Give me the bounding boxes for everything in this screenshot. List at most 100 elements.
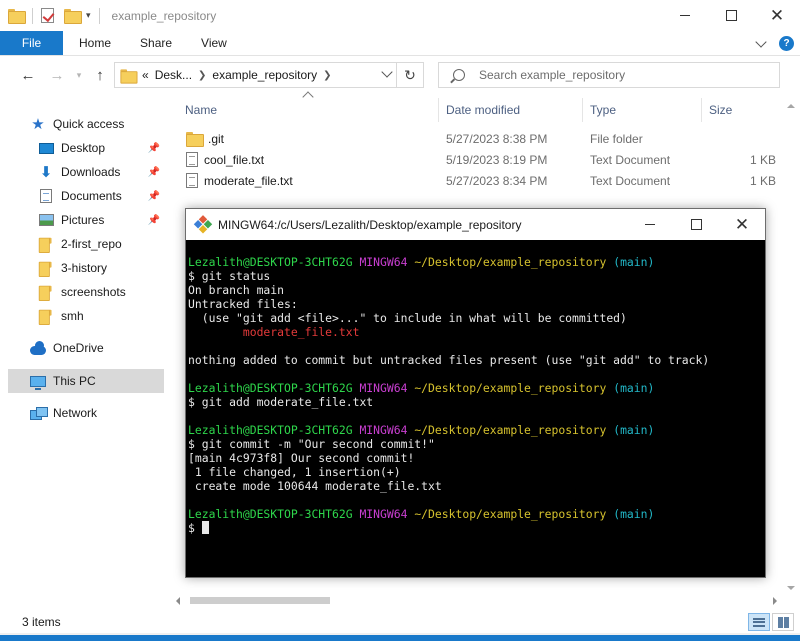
sidebar-item-smh[interactable]: smh	[38, 304, 164, 328]
sidebar-item-2-first-repo[interactable]: 2-first_repo	[38, 232, 164, 256]
details-view-button[interactable]	[748, 613, 770, 631]
scroll-up-arrow-icon[interactable]	[783, 100, 797, 110]
scroll-down-arrow-icon[interactable]	[783, 584, 797, 594]
terminal-output-line: 1 file changed, 1 insertion(+)	[188, 465, 401, 479]
sidebar-item-desktop[interactable]: Desktop 📌	[38, 136, 164, 160]
sidebar-item-3-history[interactable]: 3-history	[38, 256, 164, 280]
column-header-date[interactable]: Date modified	[439, 98, 583, 122]
file-row-moderate-file[interactable]: moderate_file.txt 5/27/2023 8:34 PM Text…	[178, 170, 783, 191]
close-button[interactable]: ✕	[754, 0, 800, 31]
prompt-branch: (main)	[613, 507, 655, 521]
maximize-button[interactable]	[708, 0, 754, 31]
window-controls: ✕	[662, 0, 800, 31]
sidebar-item-onedrive[interactable]: OneDrive	[30, 336, 164, 360]
sidebar-item-label: Downloads	[61, 165, 121, 179]
sidebar-item-pictures[interactable]: Pictures 📌	[38, 208, 164, 232]
prompt-branch: (main)	[613, 381, 655, 395]
ribbon-right-controls: ?	[755, 31, 794, 56]
sidebar-item-label: 2-first_repo	[61, 237, 122, 251]
pin-icon: 📌	[147, 166, 160, 178]
sidebar-item-this-pc[interactable]: This PC	[8, 369, 164, 393]
terminal-window-controls: ✕	[627, 209, 765, 240]
prompt-env: MINGW64	[359, 381, 408, 395]
terminal-output-line: (use "git add <file>..." to include in w…	[188, 311, 627, 325]
column-header-type[interactable]: Type	[583, 98, 702, 122]
prompt-path: ~/Desktop/example_repository	[414, 381, 607, 395]
column-header-size[interactable]: Size	[702, 98, 782, 122]
taskbar-edge	[0, 633, 800, 641]
properties-icon[interactable]	[41, 8, 54, 23]
help-icon[interactable]: ?	[779, 36, 794, 51]
terminal-command: $ git status	[188, 269, 271, 283]
sidebar-item-quick-access[interactable]: ★ Quick access	[30, 112, 164, 136]
sidebar-item-label: Documents	[61, 189, 122, 203]
navigation-pane: ★ Quick access Desktop 📌 ⬇ Downloads 📌 D…	[0, 100, 170, 600]
tab-view[interactable]: View	[187, 31, 242, 55]
sidebar-item-downloads[interactable]: ⬇ Downloads 📌	[38, 160, 164, 184]
file-row-git[interactable]: .git 5/27/2023 8:38 PM File folder	[178, 128, 783, 149]
file-row-cool-file[interactable]: cool_file.txt 5/19/2023 8:19 PM Text Doc…	[178, 149, 783, 170]
refresh-button[interactable]: ↻	[396, 63, 423, 87]
file-name: .git	[208, 131, 225, 146]
breadcrumb-example-repository[interactable]: example_repository	[212, 68, 317, 82]
terminal-close-button[interactable]: ✕	[719, 209, 765, 240]
up-button[interactable]: ↑	[87, 62, 113, 88]
sidebar-item-label: 3-history	[61, 261, 108, 275]
breadcrumb-overflow[interactable]: «	[142, 68, 149, 82]
prompt-user: Lezalith@DESKTOP-3CHT62G	[188, 381, 353, 395]
address-dropdown-icon[interactable]	[381, 66, 393, 78]
view-toggle	[748, 613, 794, 631]
file-name-cell: cool_file.txt	[186, 149, 264, 170]
file-type: File folder	[590, 131, 643, 146]
sidebar-item-label: screenshots	[61, 285, 126, 299]
terminal-minimize-button[interactable]	[627, 209, 673, 240]
sidebar-item-screenshots[interactable]: screenshots	[38, 280, 164, 304]
customize-toolbar-icon[interactable]: ▾	[86, 10, 91, 21]
chevron-right-icon[interactable]: ❯	[323, 70, 331, 81]
expand-ribbon-icon[interactable]	[755, 35, 767, 48]
column-header-name[interactable]: Name	[178, 98, 439, 122]
sidebar-item-documents[interactable]: Documents 📌	[38, 184, 164, 208]
file-date: 5/27/2023 8:34 PM	[446, 173, 548, 188]
folder-icon	[8, 9, 26, 24]
terminal-output[interactable]: Lezalith@DESKTOP-3CHT62G MINGW64 ~/Deskt…	[188, 240, 763, 577]
horizontal-scrollbar[interactable]	[170, 593, 783, 609]
tab-home[interactable]: Home	[63, 31, 126, 55]
minimize-button[interactable]	[662, 0, 708, 31]
prompt-user: Lezalith@DESKTOP-3CHT62G	[188, 423, 353, 437]
scroll-right-arrow-icon[interactable]	[773, 597, 777, 605]
toolbar-divider	[32, 7, 33, 24]
terminal-output-line: Untracked files:	[188, 297, 298, 311]
sidebar-item-network[interactable]: Network	[30, 401, 164, 425]
sidebar-item-label: Network	[53, 406, 98, 420]
prompt-env: MINGW64	[359, 255, 408, 269]
folder-icon	[38, 261, 54, 275]
ribbon-tabs: File Home Share View ?	[0, 31, 800, 56]
terminal-window[interactable]: MINGW64:/c/Users/Lezalith/Desktop/exampl…	[185, 208, 766, 578]
file-size: 1 KB	[749, 173, 776, 188]
terminal-maximize-button[interactable]	[673, 209, 719, 240]
folder-icon	[120, 68, 138, 84]
terminal-output-line: On branch main	[188, 283, 285, 297]
window-title: example_repository	[111, 8, 217, 23]
tab-share[interactable]: Share	[126, 31, 187, 55]
item-count: 3 items	[22, 615, 61, 629]
scroll-left-arrow-icon[interactable]	[176, 597, 180, 605]
search-box[interactable]	[438, 62, 780, 88]
terminal-output-line: nothing added to commit but untracked fi…	[188, 353, 710, 367]
search-icon	[453, 69, 465, 81]
scrollbar-thumb[interactable]	[190, 597, 330, 604]
back-button[interactable]: ←	[15, 62, 41, 88]
breadcrumb: « Desk... ❯ example_repository ❯	[142, 68, 332, 82]
star-icon: ★	[31, 116, 45, 133]
new-folder-icon[interactable]	[64, 9, 82, 24]
terminal-cursor	[201, 521, 209, 534]
prompt-user: Lezalith@DESKTOP-3CHT62G	[188, 507, 353, 521]
tab-file[interactable]: File	[0, 31, 63, 55]
address-bar[interactable]: « Desk... ❯ example_repository ❯ ↻	[114, 62, 424, 88]
search-input[interactable]	[479, 68, 759, 82]
breadcrumb-desktop[interactable]: Desk...	[155, 68, 192, 82]
chevron-right-icon[interactable]: ❯	[198, 70, 206, 81]
large-icons-view-button[interactable]	[772, 613, 794, 631]
